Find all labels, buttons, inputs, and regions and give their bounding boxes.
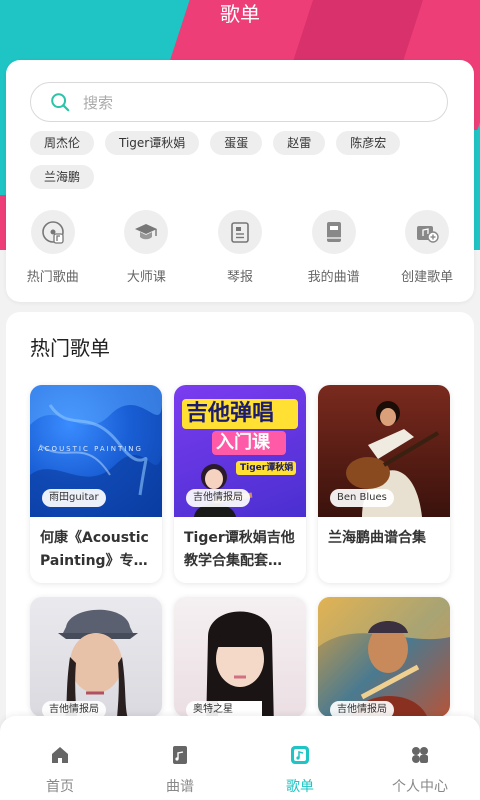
bottom-tab-bar: 首页 曲谱 歌单 个人中心 [0,716,480,800]
playlist-card[interactable]: 吉他情报局 [30,597,162,717]
playlist-name: 何康《Acoustic Painting》专… [40,530,149,569]
tab-home[interactable]: 首页 [0,716,120,800]
playlist-card[interactable]: ACOUSTIC PAINTING 雨田guitar 何康《Acoustic P… [30,385,162,583]
tab-label: 首页 [46,779,74,795]
playlist-card[interactable]: 吉他情报局 [318,597,450,717]
hot-playlists-section: 热门歌单 ACOUSTIC PAINTING 雨田guitar 何康《Acous… [6,312,474,732]
search-bar[interactable]: 搜索 [30,82,448,122]
quick-label: 我的曲谱 [307,270,360,285]
playlist-name: 兰海鹏曲谱合集 [328,530,426,546]
search-tag[interactable]: 兰海鹏 [30,165,95,189]
quick-news[interactable]: 琴报 [193,210,287,285]
home-icon [52,747,68,763]
search-tag[interactable]: 陈彦宏 [336,131,401,155]
playlist-card[interactable]: Ben Blues 兰海鹏曲谱合集 [318,385,450,583]
playlist-author-badge: Ben Blues [330,489,394,507]
playlist-card[interactable]: 奥特之星 [174,597,306,717]
quick-label: 创建歌单 [401,270,454,285]
playlist-cover [318,597,450,717]
tab-label: 曲谱 [166,779,194,795]
playlist-card[interactable]: 吉他弹唱 入门课 Tiger谭秋娟 吉他情报局 Tiger谭秋娟吉他教学合集配套… [174,385,306,583]
playlist-author-badge: 吉他情报局 [42,701,106,717]
playlist-author-badge: 吉他情报局 [330,701,394,717]
hot-search-tags: 周杰伦 Tiger谭秋娟 蛋蛋 赵雷 陈彦宏 兰海鹏 [30,131,450,189]
playlist-author-badge: 奥特之星 [186,701,240,717]
book-icon [311,210,356,254]
quick-masterclass[interactable]: 大师课 [100,210,194,285]
cover-title: 吉他弹唱 [186,401,275,426]
playlist-cover [174,597,306,717]
tab-playlists[interactable]: 歌单 [240,716,360,800]
tab-label: 个人中心 [392,779,448,795]
page-title: 歌单 [220,2,260,26]
quick-label: 热门歌曲 [26,270,79,285]
quick-label: 琴报 [226,270,253,285]
quick-my-scores[interactable]: 我的曲谱 [287,210,381,285]
quick-create-playlist[interactable]: 创建歌单 [380,210,474,285]
quick-actions: 热门歌曲 大师课 琴报 我的曲谱 创建歌单 [6,210,474,285]
search-tag[interactable]: Tiger谭秋娟 [105,131,200,155]
quick-hot-songs[interactable]: 热门歌曲 [6,210,100,285]
playlist-cover [30,597,162,717]
search-card: 搜索 周杰伦 Tiger谭秋娟 蛋蛋 赵雷 陈彦宏 兰海鹏 热门歌曲 大师课 琴… [6,60,474,302]
music-disc-icon [30,210,75,254]
profile-icon [412,747,428,763]
search-icon [51,93,70,112]
search-tag[interactable]: 赵雷 [273,131,326,155]
add-playlist-icon [405,210,450,254]
playlist-author-badge: 雨田guitar [42,489,106,507]
section-title: 热门歌单 [30,336,110,360]
tab-scores[interactable]: 曲谱 [120,716,240,800]
cover-text: ACOUSTIC PAINTING [38,445,143,453]
cover-subtitle: 入门课 [216,432,270,453]
search-tag[interactable]: 周杰伦 [30,131,95,155]
newspaper-icon [217,210,262,254]
quick-label: 大师课 [126,270,166,285]
playlist-icon [291,746,309,764]
search-tag[interactable]: 蛋蛋 [210,131,263,155]
tab-profile[interactable]: 个人中心 [360,716,480,800]
playlist-author-badge: 吉他情报局 [186,489,250,507]
score-icon [173,746,187,764]
tab-label: 歌单 [286,779,314,795]
playlist-name: Tiger谭秋娟吉他教学合集配套… [184,530,295,569]
graduation-cap-icon [124,210,169,254]
search-input[interactable]: 搜索 [83,92,113,113]
